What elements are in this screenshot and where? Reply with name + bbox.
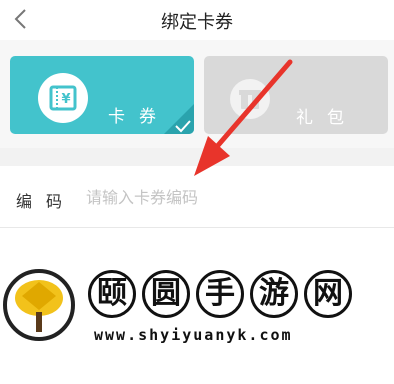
brand-char: 游 — [250, 270, 298, 318]
watermark-url: www.shyiyuanyk.com — [94, 326, 293, 344]
code-input[interactable] — [86, 182, 376, 212]
tab-gift-label: 礼包 — [296, 108, 358, 128]
card-type-tabs: ¥ 卡券 礼包 — [0, 40, 394, 148]
tab-coupon-label: 卡券 — [108, 107, 170, 127]
watermark-brand: 颐 圆 手 游 网 — [88, 270, 352, 318]
brand-char: 颐 — [88, 270, 136, 318]
tab-gift[interactable]: 礼包 — [204, 56, 388, 134]
brand-char: 圆 — [142, 270, 190, 318]
code-label: 编码 — [16, 192, 77, 211]
checkmark-icon — [175, 120, 191, 133]
golden-tree-logo — [3, 269, 75, 341]
section-divider — [0, 148, 394, 166]
page-title: 绑定卡券 — [161, 12, 233, 33]
code-input-row: 编码 — [0, 166, 394, 228]
brand-char: 网 — [304, 270, 352, 318]
brand-char: 手 — [196, 270, 244, 318]
gift-icon — [230, 79, 270, 119]
coupon-icon: ¥ — [38, 73, 88, 123]
svg-text:¥: ¥ — [61, 92, 70, 107]
tab-coupon[interactable]: ¥ 卡券 — [10, 56, 194, 134]
top-nav-bar: 绑定卡券 — [0, 0, 394, 40]
